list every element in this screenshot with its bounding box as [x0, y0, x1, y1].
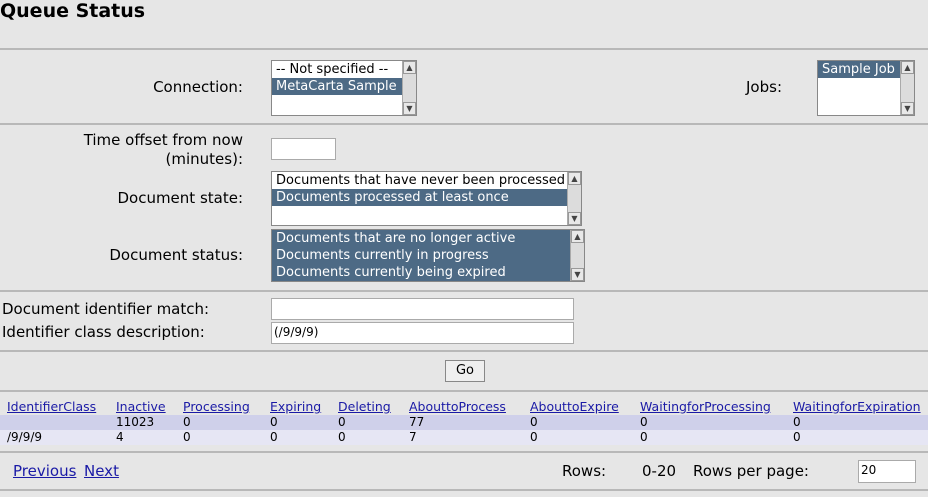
document-state-option[interactable]: Documents processed at least once [272, 189, 581, 206]
divider [0, 489, 928, 491]
column-header[interactable]: WaitingforExpiration [793, 398, 921, 415]
divider [0, 390, 928, 392]
divider [0, 123, 928, 125]
scroll-up-icon[interactable]: ▲ [568, 172, 581, 185]
column-header[interactable]: IdentifierClass [7, 398, 96, 415]
document-status-option[interactable]: Documents that are no longer active [272, 230, 584, 247]
document-status-option[interactable]: Documents currently in progress [272, 247, 584, 264]
table-cell: 0 [530, 430, 538, 444]
table-cell: 0 [338, 430, 346, 444]
document-status-select[interactable]: Documents that are no longer active Docu… [271, 229, 585, 282]
time-offset-label: Time offset from now [83, 131, 243, 149]
scroll-up-icon[interactable]: ▲ [901, 61, 914, 74]
rows-label: Rows: [562, 462, 607, 480]
table-cell: 0 [270, 415, 278, 429]
table-row: 11023 0 0 0 77 0 0 0 [0, 415, 928, 430]
table-cell: 0 [640, 415, 648, 429]
column-header[interactable]: Expiring [270, 398, 321, 415]
jobs-select[interactable]: Sample Job ▲ ▼ [817, 60, 915, 116]
table-cell: 0 [793, 415, 801, 429]
connection-option[interactable]: MetaCarta Sample [272, 78, 416, 95]
divider [0, 48, 928, 50]
rows-value: 0-20 [642, 462, 677, 480]
scroll-up-icon[interactable]: ▲ [403, 61, 416, 74]
previous-link[interactable]: Previous [13, 462, 76, 480]
table-cell: 0 [183, 415, 191, 429]
column-header[interactable]: WaitingforProcessing [640, 398, 771, 415]
document-state-label: Document state: [117, 189, 243, 207]
go-button[interactable]: Go [445, 360, 485, 382]
document-state-option[interactable]: Documents that have never been processed [272, 172, 581, 189]
divider [0, 290, 928, 292]
divider [0, 350, 928, 352]
table-cell: 0 [338, 415, 346, 429]
time-offset-input[interactable] [271, 138, 336, 160]
scroll-down-icon[interactable]: ▼ [403, 102, 416, 115]
scroll-down-icon[interactable]: ▼ [901, 102, 914, 115]
connection-select[interactable]: -- Not specified -- MetaCarta Sample ▲ ▼ [271, 60, 417, 116]
table-cell: 77 [409, 415, 425, 429]
column-header[interactable]: Deleting [338, 398, 391, 415]
connection-option[interactable]: -- Not specified -- [272, 61, 416, 78]
table-cell: 4 [116, 430, 124, 444]
rows-per-page-label: Rows per page: [693, 462, 809, 480]
identifier-match-input[interactable] [271, 298, 574, 320]
identifier-class-input[interactable]: (/9/9/9) [271, 322, 574, 344]
column-header[interactable]: AbouttoProcess [409, 398, 506, 415]
table-cell: 0 [530, 415, 538, 429]
column-header[interactable]: Processing [183, 398, 250, 415]
table-cell: 0 [640, 430, 648, 444]
table-cell: 7 [409, 430, 417, 444]
document-status-label: Document status: [109, 246, 243, 264]
table-cell: 0 [183, 430, 191, 444]
queue-status-table: IdentifierClass Inactive Processing Expi… [0, 398, 928, 445]
column-header[interactable]: Inactive [116, 398, 166, 415]
scrollbar[interactable]: ▲ ▼ [567, 172, 581, 225]
table-cell: 11023 [116, 415, 155, 429]
identifier-class-label: Identifier class description: [2, 323, 205, 341]
table-cell: 0 [793, 430, 801, 444]
page-title: Queue Status [0, 0, 146, 22]
scroll-down-icon[interactable]: ▼ [571, 268, 584, 281]
scrollbar[interactable]: ▲ ▼ [900, 61, 914, 115]
identifier-match-label: Document identifier match: [2, 300, 210, 318]
table-header-row: IdentifierClass Inactive Processing Expi… [0, 398, 928, 415]
column-header[interactable]: AbouttoExpire [530, 398, 619, 415]
connection-label: Connection: [153, 78, 243, 96]
document-status-option[interactable]: Documents currently being expired [272, 264, 584, 281]
next-link[interactable]: Next [84, 462, 119, 480]
scrollbar[interactable]: ▲ ▼ [570, 230, 584, 281]
jobs-label: Jobs: [746, 78, 782, 96]
divider [0, 451, 928, 453]
document-state-select[interactable]: Documents that have never been processed… [271, 171, 582, 226]
scroll-down-icon[interactable]: ▼ [568, 212, 581, 225]
table-row: /9/9/9 4 0 0 0 7 0 0 0 [0, 430, 928, 445]
time-offset-label: (minutes): [165, 150, 243, 168]
scroll-up-icon[interactable]: ▲ [571, 230, 584, 243]
table-cell: 0 [270, 430, 278, 444]
scrollbar[interactable]: ▲ ▼ [402, 61, 416, 115]
rows-per-page-input[interactable]: 20 [858, 460, 916, 483]
table-cell: /9/9/9 [7, 430, 43, 444]
